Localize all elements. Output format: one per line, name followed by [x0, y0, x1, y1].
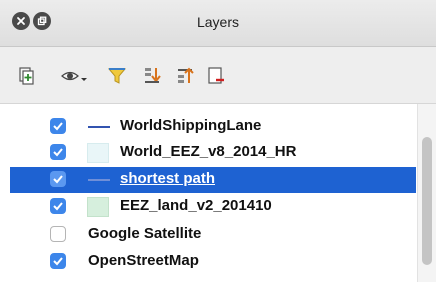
layer-row-shortest-path[interactable]: shortest path: [10, 167, 416, 193]
layer-name: World_EEZ_v8_2014_HR: [120, 143, 297, 160]
filter-legend-button[interactable]: [104, 64, 130, 88]
checkmark-icon: [53, 122, 63, 131]
remove-layer-button[interactable]: [203, 64, 229, 88]
collapse-all-button[interactable]: [172, 64, 198, 88]
panel-title-bar: Layers: [0, 0, 436, 47]
line-symbol-icon: [88, 126, 110, 128]
layer-visibility-checkbox[interactable]: [50, 118, 66, 134]
line-symbol-icon: [88, 179, 110, 181]
scrollbar-thumb[interactable]: [422, 137, 432, 265]
collapse-all-icon: [178, 67, 194, 83]
expand-all-button[interactable]: [139, 64, 165, 88]
vertical-scrollbar[interactable]: [417, 104, 436, 282]
layer-tree: WorldShippingLane World_EEZ_v8_2014_HR s…: [0, 104, 436, 282]
checkmark-icon: [53, 148, 63, 157]
layer-row-worldshippinglane[interactable]: WorldShippingLane: [10, 114, 418, 140]
layer-name: shortest path: [120, 170, 216, 187]
layer-row-openstreetmap[interactable]: OpenStreetMap: [10, 249, 418, 275]
filter-icon: [107, 68, 127, 84]
layer-visibility-checkbox[interactable]: [50, 253, 66, 269]
layer-row-google-satellite[interactable]: Google Satellite: [10, 222, 418, 248]
polygon-symbol-icon: [87, 143, 109, 163]
layer-row-eez-land[interactable]: EEZ_land_v2_201410: [10, 194, 418, 220]
expand-all-icon: [145, 68, 161, 83]
eye-icon: [61, 71, 87, 81]
layers-toolbar: [0, 47, 436, 104]
polygon-symbol-icon: [87, 197, 109, 217]
layer-name: WorldShippingLane: [120, 117, 262, 134]
checkmark-icon: [53, 175, 63, 184]
layer-visibility-checkbox[interactable]: [50, 226, 66, 242]
add-group-button[interactable]: [14, 64, 40, 88]
remove-layer-icon: [208, 67, 224, 84]
layer-name: OpenStreetMap: [88, 252, 199, 269]
layer-visibility-checkbox[interactable]: [50, 144, 66, 160]
checkmark-icon: [53, 202, 63, 211]
layer-visibility-checkbox[interactable]: [50, 198, 66, 214]
checkmark-icon: [53, 257, 63, 266]
layer-row-world-eez[interactable]: World_EEZ_v8_2014_HR: [10, 140, 418, 166]
manage-visibility-button[interactable]: [58, 64, 90, 88]
panel-title: Layers: [196, 14, 240, 30]
layer-name: Google Satellite: [88, 225, 202, 242]
layer-visibility-checkbox[interactable]: [50, 171, 66, 187]
layer-name: EEZ_land_v2_201410: [120, 197, 272, 214]
add-group-icon: [19, 67, 34, 85]
